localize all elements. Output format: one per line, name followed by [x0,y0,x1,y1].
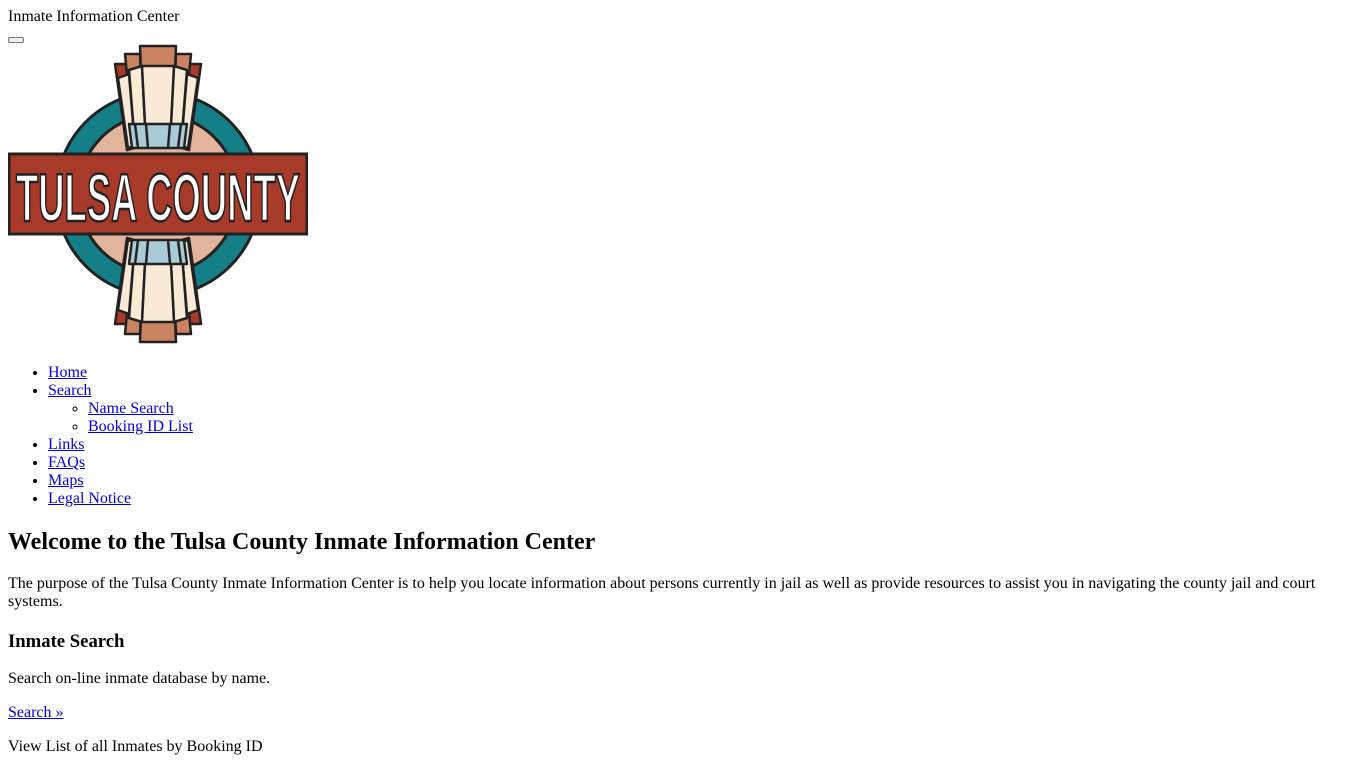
logo-wordmark: TULSA COUNTY [16,160,300,236]
nav-link-links[interactable]: Links [48,436,84,453]
nav-item-legal-notice: Legal Notice [48,490,193,508]
nav-link-legal-notice[interactable]: Legal Notice [48,490,131,507]
site-title: Inmate Information Center [8,8,180,25]
booking-id-list-text: View List of all Inmates by Booking ID [8,738,263,755]
nav-item-faqs: FAQs [48,454,193,472]
inmate-search-description: Search on-line inmate database by name. [8,670,271,687]
search-submenu: Name Search Booking ID List [48,400,193,436]
nav-item-links: Links [48,436,193,454]
nav-item-home: Home [48,364,193,382]
intro-paragraph: The purpose of the Tulsa County Inmate I… [8,575,1316,610]
nav-link-search[interactable]: Search [48,382,92,399]
nav-item-booking-id-list: Booking ID List [88,418,193,436]
tulsa-county-logo: TULSA COUNTY [8,44,308,344]
nav-item-maps: Maps [48,472,193,490]
search-link-paragraph: Search » [8,704,64,722]
nav-toggle-button[interactable] [8,37,24,43]
nav-item-search: Search Name Search Booking ID List [48,382,193,436]
nav-item-name-search: Name Search [88,400,193,418]
inmate-search-heading: Inmate Search [8,631,125,652]
nav-link-home[interactable]: Home [48,364,87,381]
search-link[interactable]: Search » [8,704,64,721]
main-nav: Home Search Name Search Booking ID List … [8,364,193,508]
nav-link-maps[interactable]: Maps [48,472,84,489]
nav-link-faqs[interactable]: FAQs [48,454,85,471]
nav-link-name-search[interactable]: Name Search [88,400,174,417]
page-title: Welcome to the Tulsa County Inmate Infor… [8,529,596,555]
nav-link-booking-id-list[interactable]: Booking ID List [88,418,193,435]
